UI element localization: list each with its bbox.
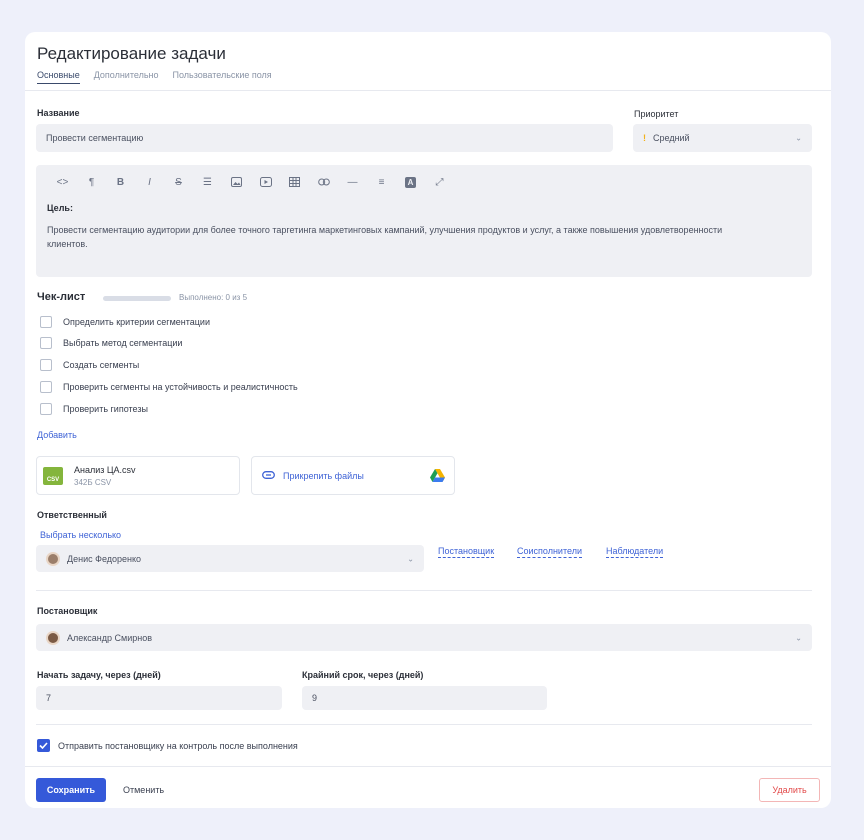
start-days-value: 7 [46,693,52,703]
file-name: Анализ ЦА.csv [74,465,136,475]
deadline-days-value: 9 [312,693,318,703]
deadline-label: Крайний срок, через (дней) [302,670,424,680]
description-editor[interactable]: <> ¶ B I S ☰ — ≡ A ⤢ Цель: Провести сегм… [36,165,812,277]
priority-label: Приоритет [634,109,679,119]
italic-icon[interactable]: I [135,175,164,189]
checkbox-checked[interactable] [37,739,50,752]
checklist-item-label: Определить критерии сегментации [63,317,210,327]
checklist-item-label: Проверить сегменты на устойчивость и реа… [63,382,298,392]
start-label: Начать задачу, через (дней) [37,670,161,680]
responsible-value: Денис Федоренко [67,553,142,564]
chevron-down-icon: ⌄ [407,554,414,563]
link-icon[interactable] [309,175,338,189]
coexecutors-link[interactable]: Соисполнители [517,546,582,558]
checklist-title: Чек-лист [37,291,86,303]
checklist-item-label: Выбрать метод сегментации [63,338,183,348]
editor-body: Провести сегментацию аудитории для более… [47,225,723,249]
assigner-value: Александр Смирнов [67,632,153,643]
priority-value: Средний [653,133,690,143]
divider [36,590,812,591]
checklist-item-label: Создать сегменты [63,360,140,370]
cancel-button[interactable]: Отменить [117,778,170,802]
file-meta: 342Б CSV [74,478,112,487]
task-edit-card: Редактирование задачи Основные Дополните… [25,32,831,808]
chevron-down-icon: ⌄ [795,133,802,143]
select-multiple-link[interactable]: Выбрать несколько [40,530,121,540]
exclamation-icon: ! [643,133,646,143]
code-icon[interactable]: <> [48,175,77,189]
control-checkbox-row[interactable]: Отправить постановщику на контроль после… [37,739,298,752]
strikethrough-icon[interactable]: S [164,175,193,189]
checkbox[interactable] [40,403,52,415]
checkbox[interactable] [40,381,52,393]
tab-bar: Основные Дополнительно Пользовательские … [37,70,272,84]
expand-icon[interactable]: ⤢ [425,175,454,189]
avatar [46,551,60,566]
checkbox[interactable] [40,337,52,349]
delete-button[interactable]: Удалить [759,778,820,802]
image-icon[interactable] [222,175,251,189]
file-card[interactable]: CSV Анализ ЦА.csv 342Б CSV [36,456,240,495]
observers-link[interactable]: Наблюдатели [606,546,664,558]
text-color-icon[interactable]: A [396,175,425,189]
control-label: Отправить постановщику на контроль после… [58,740,298,751]
google-drive-icon[interactable] [430,469,445,485]
deadline-days-input[interactable]: 9 [302,686,547,710]
assigner-select[interactable]: Александр Смирнов ⌄ [36,624,812,651]
divider [36,724,812,725]
checklist-item[interactable]: Выбрать метод сегментации [40,337,182,349]
checkbox[interactable] [40,316,52,328]
list-icon[interactable]: ☰ [193,175,222,189]
attach-files-label: Прикрепить файлы [283,471,364,481]
checkbox[interactable] [40,359,52,371]
page-title: Редактирование задачи [37,44,226,63]
checklist-item[interactable]: Определить критерии сегментации [40,316,210,328]
name-label: Название [37,108,80,118]
save-button[interactable]: Сохранить [36,778,106,802]
add-checklist-item-link[interactable]: Добавить [37,430,77,440]
paperclip-icon [262,471,275,482]
assigner-label: Постановщик [37,606,98,616]
csv-file-icon: CSV [43,467,63,485]
responsible-label: Ответственный [37,510,107,520]
tab-additional[interactable]: Дополнительно [94,70,159,84]
tab-main[interactable]: Основные [37,70,80,84]
hr-icon[interactable]: — [338,175,367,189]
checklist-item[interactable]: Проверить гипотезы [40,403,148,415]
assigner-link[interactable]: Постановщик [438,546,495,558]
checklist-item[interactable]: Проверить сегменты на устойчивость и реа… [40,381,298,393]
checklist-item[interactable]: Создать сегменты [40,359,139,371]
checklist-item-label: Проверить гипотезы [63,404,148,414]
priority-select[interactable]: ! Средний ⌄ [633,124,812,152]
footer-divider [25,766,831,767]
editor-heading: Цель: [47,203,73,213]
start-days-input[interactable]: 7 [36,686,282,710]
tab-divider [25,90,831,91]
bold-icon[interactable]: B [106,175,135,189]
video-icon[interactable] [251,175,280,189]
attach-files-button[interactable]: Прикрепить файлы [251,456,455,495]
align-icon[interactable]: ≡ [367,175,396,189]
name-input[interactable]: Провести сегментацию [36,124,613,152]
editor-toolbar: <> ¶ B I S ☰ — ≡ A ⤢ [48,175,454,189]
paragraph-icon[interactable]: ¶ [77,175,106,189]
responsible-select[interactable]: Денис Федоренко ⌄ [36,545,424,572]
chevron-down-icon: ⌄ [795,633,802,642]
checklist-progress-bar [103,296,171,301]
tab-custom-fields[interactable]: Пользовательские поля [172,70,271,84]
checklist-progress-text: Выполнено: 0 из 5 [179,293,248,302]
table-icon[interactable] [280,175,309,189]
name-value: Провести сегментацию [46,133,144,143]
avatar [46,630,60,645]
